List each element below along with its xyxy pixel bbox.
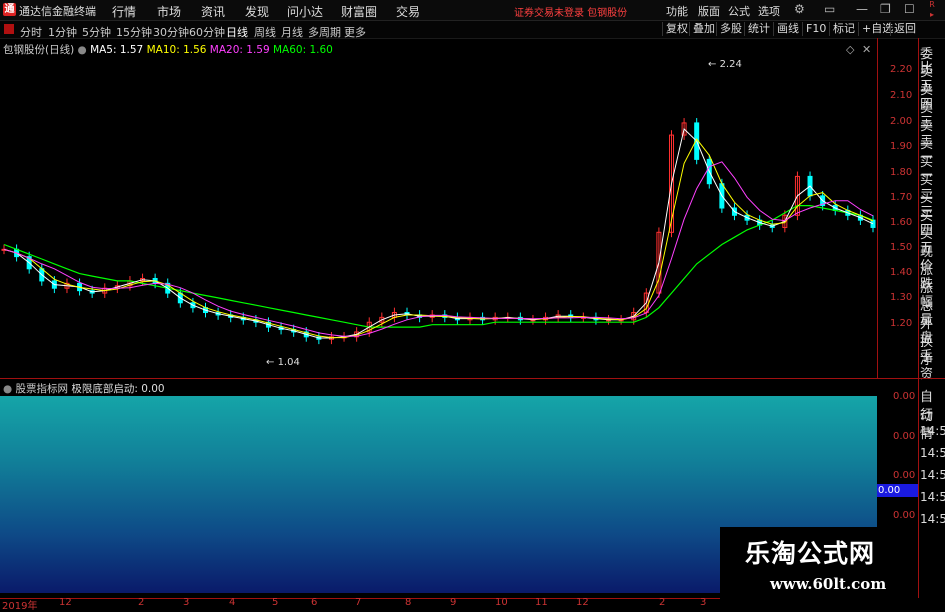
high-annotation: ← 2.24 [708, 59, 742, 70]
f10-button[interactable]: F10 [802, 22, 829, 36]
price-tick: 1.50 [890, 242, 913, 253]
layout-button[interactable]: 版面 [698, 3, 720, 19]
panel-separator [0, 378, 945, 379]
date-tick: 7 [355, 597, 362, 608]
date-axis [0, 598, 877, 610]
multi-stock-button[interactable]: 多股 [716, 22, 745, 36]
date-tick: 3 [183, 597, 190, 608]
date-tick: 4 [229, 597, 236, 608]
tick-time: 14:50 [920, 468, 945, 482]
function-button[interactable]: 功能 [666, 3, 688, 19]
ma20-line [3, 161, 874, 337]
indicator-value: 极限底部启动: 0.00 [71, 383, 165, 395]
menu-trade[interactable]: 交易 [396, 3, 420, 20]
date-tick: 2 [138, 597, 145, 608]
settings-icon[interactable]: ⚙ [794, 2, 805, 16]
tick-time: 14:50 [920, 424, 945, 438]
maximize-icon[interactable]: ☐ [904, 2, 915, 16]
price-tick: 2.10 [890, 90, 913, 101]
close-chart-icon[interactable]: ✕ [862, 43, 871, 56]
indicator-tick: 0.00 [893, 470, 916, 481]
ma5-label: MA5: 1.57 [90, 44, 144, 56]
indicator-tick: 0.00 [893, 431, 916, 442]
tick-time: 14:50 [920, 446, 945, 460]
adjust-button[interactable]: 复权 [662, 22, 691, 36]
date-tick: 12 [59, 597, 72, 608]
menu-wealth[interactable]: 财富圈 [341, 3, 377, 20]
price-tick: 1.70 [890, 192, 913, 203]
price-tick: 2.00 [890, 116, 913, 127]
formula-button[interactable]: 公式 [728, 3, 750, 19]
price-tick: 2.20 [890, 64, 913, 75]
ma10-line [3, 138, 874, 339]
minimize-icon[interactable]: — [856, 2, 868, 16]
watermark-title: 乐淘公式网 [745, 539, 876, 568]
ma60-label: MA60: 1.60 [273, 44, 333, 56]
restore-icon[interactable]: ❐ [880, 2, 891, 16]
date-tick: 6 [311, 597, 318, 608]
date-tick: 9 [450, 597, 457, 608]
price-tick: 1.40 [890, 267, 913, 278]
date-tick: 2019年 [2, 601, 38, 612]
ma20-label: MA20: 1.59 [209, 44, 270, 56]
back-button[interactable]: 返回 [890, 22, 919, 36]
low-annotation: ← 1.04 [266, 357, 300, 368]
tick-time: 14:50 [920, 490, 945, 504]
price-tick: 1.20 [890, 318, 913, 329]
watermark-url: www.60lt.com [770, 575, 887, 593]
stats-button[interactable]: 统计 [744, 22, 773, 36]
indicator-tick: 0.00 [893, 510, 916, 521]
date-tick: 3 [700, 597, 707, 608]
panel-toggle-icon[interactable]: R ▸ [919, 0, 945, 20]
overlay-button[interactable]: 叠加 [689, 22, 718, 36]
ma60-line [3, 205, 874, 328]
mark-button[interactable]: 标记 [829, 22, 858, 36]
date-tick: 12 [576, 597, 589, 608]
menu-news[interactable]: 资讯 [201, 3, 225, 20]
date-tick: 11 [535, 597, 548, 608]
main-chart-title: 包钢股份(日线) ● MA5: 1.57 MA10: 1.56 MA20: 1.… [3, 42, 333, 57]
menu-market[interactable]: 市场 [157, 3, 181, 20]
date-tick: 10 [495, 597, 508, 608]
date-tick: 2 [659, 597, 666, 608]
app-title: 通达信金融终端 [19, 5, 96, 18]
indicator-title: ● 股票指标网 极限底部启动: 0.00 [3, 381, 165, 396]
indicator-cursor-value: 0.00 [877, 484, 918, 497]
tick-time: 14:50 [920, 512, 945, 526]
menu-icon[interactable]: ▭ [824, 2, 835, 16]
login-notice[interactable]: 证券交易未登录 包钢股份 [514, 4, 627, 19]
menu-quotes[interactable]: 行情 [112, 3, 136, 20]
price-tick: 1.30 [890, 292, 913, 303]
indicator-gear-icon[interactable]: ● [3, 383, 12, 395]
price-tick: 1.90 [890, 141, 913, 152]
date-tick: 5 [272, 597, 279, 608]
ma5-line [3, 128, 874, 339]
indicator-gear-icon[interactable]: ● [78, 44, 87, 56]
diamond-icon[interactable]: ◇ [846, 43, 854, 56]
indicator-source: 股票指标网 [15, 383, 69, 395]
menu-discover[interactable]: 发现 [245, 3, 269, 20]
period-menu-icon[interactable] [4, 24, 14, 34]
draw-button[interactable]: 画线 [773, 22, 802, 36]
tdx-logo-icon: 通 [3, 3, 16, 16]
price-tick: 1.60 [890, 217, 913, 228]
date-tick: 8 [405, 597, 412, 608]
indicator-tick: 0.00 [893, 391, 916, 402]
kline-chart[interactable] [0, 38, 877, 378]
ma10-label: MA10: 1.56 [146, 44, 207, 56]
stock-name: 包钢股份(日线) [3, 44, 75, 56]
price-tick: 1.80 [890, 167, 913, 178]
menu-xiaoda[interactable]: 问小达 [287, 3, 323, 20]
options-button[interactable]: 选项 [758, 3, 780, 19]
